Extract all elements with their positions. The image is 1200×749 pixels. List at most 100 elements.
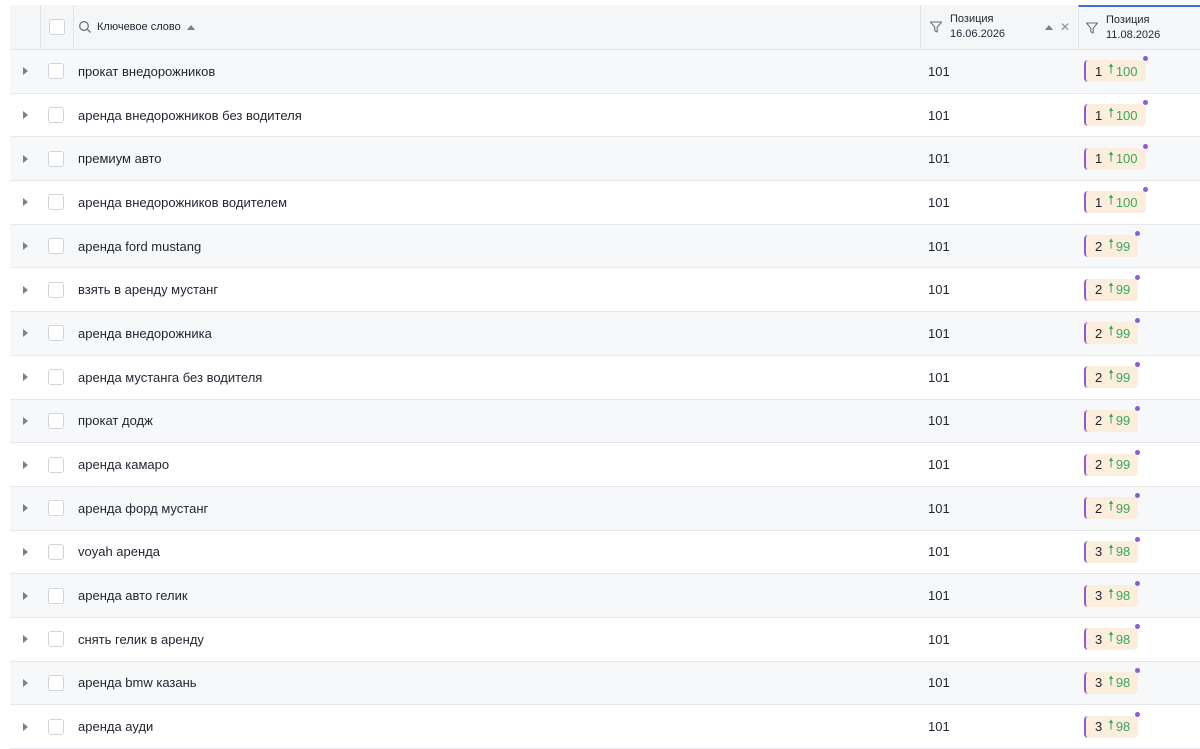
- sort-ascending-icon[interactable]: [186, 24, 195, 30]
- position-value: 101: [928, 369, 950, 385]
- table-row[interactable]: премиум авто 101 1 🠕 100: [10, 137, 1200, 182]
- filter-icon[interactable]: [1085, 21, 1099, 35]
- header-expand-cell: [10, 5, 40, 49]
- expand-cell[interactable]: [10, 618, 40, 661]
- row-checkbox[interactable]: [48, 281, 64, 298]
- row-checkbox[interactable]: [48, 63, 64, 80]
- keyword-text: аренда форд мустанг: [78, 500, 209, 516]
- position-cell-2: 1 🠕 100: [1078, 181, 1200, 224]
- expand-cell[interactable]: [10, 400, 40, 443]
- expand-arrow-icon[interactable]: [22, 67, 28, 76]
- table-row[interactable]: аренда внедорожников водителем 101 1 🠕 1…: [10, 181, 1200, 225]
- row-checkbox[interactable]: [48, 718, 64, 735]
- row-checkbox[interactable]: [48, 631, 64, 648]
- position-badge: 2 🠕 99: [1084, 274, 1141, 301]
- expand-arrow-icon[interactable]: [22, 198, 28, 207]
- table-row[interactable]: аренда внедорожников без водителя 101 1 …: [10, 93, 1200, 138]
- row-checkbox[interactable]: [48, 543, 64, 560]
- search-icon[interactable]: [78, 20, 92, 34]
- position-value: 101: [928, 500, 950, 516]
- table-row[interactable]: аренда bmw казань 101 3 🠕 98: [10, 661, 1200, 706]
- expand-arrow-icon[interactable]: [22, 285, 28, 294]
- position-column-header-2[interactable]: Позиция 11.08.2026: [1078, 5, 1200, 49]
- position-label-2: Позиция: [1106, 14, 1150, 26]
- position-badge: 2 🠕 99: [1084, 362, 1141, 389]
- expand-cell[interactable]: [10, 705, 40, 748]
- change-value: 100: [1115, 107, 1138, 123]
- row-checkbox[interactable]: [48, 238, 64, 255]
- expand-cell[interactable]: [10, 137, 40, 180]
- expand-arrow-icon[interactable]: [22, 678, 28, 687]
- row-checkbox[interactable]: [48, 107, 64, 124]
- expand-arrow-icon[interactable]: [22, 591, 28, 600]
- sort-ascending-icon[interactable]: [1044, 24, 1053, 30]
- position-cell-1: 101: [920, 268, 1078, 311]
- expand-cell[interactable]: [10, 94, 40, 137]
- expand-cell[interactable]: [10, 225, 40, 268]
- expand-cell[interactable]: [10, 531, 40, 574]
- expand-cell[interactable]: [10, 268, 40, 311]
- expand-cell[interactable]: [10, 50, 40, 93]
- expand-cell[interactable]: [10, 574, 40, 617]
- position-value: 1: [1095, 63, 1103, 79]
- position-cell-1: 101: [920, 574, 1078, 617]
- table-row[interactable]: аренда мустанга без водителя 101 2 🠕 99: [10, 355, 1200, 400]
- select-all-checkbox[interactable]: [49, 19, 65, 35]
- expand-cell[interactable]: [10, 356, 40, 399]
- position-value: 101: [928, 63, 950, 79]
- table-row[interactable]: аренда внедорожника 101 2 🠕 99: [10, 312, 1200, 356]
- expand-cell[interactable]: [10, 443, 40, 486]
- row-checkbox[interactable]: [48, 194, 64, 211]
- position-value: 2: [1095, 413, 1103, 429]
- checkbox-cell: [40, 400, 72, 443]
- position-value: 101: [928, 107, 950, 123]
- table-row[interactable]: аренда форд мустанг 101 2 🠕 99: [10, 486, 1200, 531]
- table-row[interactable]: прокат додж 101 2 🠕 99: [10, 399, 1200, 444]
- expand-arrow-icon[interactable]: [22, 242, 28, 251]
- table-row[interactable]: снять гелик в аренду 101 3 🠕 98: [10, 617, 1200, 662]
- position-value: 101: [928, 238, 950, 254]
- row-checkbox[interactable]: [48, 587, 64, 604]
- row-checkbox[interactable]: [48, 150, 64, 167]
- expand-arrow-icon[interactable]: [22, 373, 28, 382]
- table-row[interactable]: аренда ford mustang 101 2 🠕 99: [10, 224, 1200, 269]
- keyword-column-header[interactable]: Ключевое слово: [72, 5, 920, 49]
- table-row[interactable]: взять в аренду мустанг 101 2 🠕 99: [10, 268, 1200, 313]
- position-value: 101: [928, 151, 950, 167]
- expand-cell[interactable]: [10, 662, 40, 705]
- position-column-header-1[interactable]: Позиция 16.06.2026 ✕: [920, 5, 1078, 49]
- row-checkbox[interactable]: [48, 456, 64, 473]
- arrow-up-icon: 🠕: [1108, 716, 1114, 732]
- arrow-up-icon: 🠕: [1108, 454, 1114, 470]
- expand-arrow-icon[interactable]: [22, 329, 28, 338]
- expand-cell[interactable]: [10, 181, 40, 224]
- filter-icon[interactable]: [929, 20, 943, 34]
- indicator-dot: [1135, 274, 1141, 280]
- table-row[interactable]: аренда камаро 101 2 🠕 99: [10, 443, 1200, 487]
- table-row[interactable]: voyah аренда 101 3 🠕 98: [10, 530, 1200, 575]
- expand-arrow-icon[interactable]: [22, 416, 28, 425]
- arrow-up-icon: 🠕: [1108, 279, 1114, 295]
- row-checkbox[interactable]: [48, 412, 64, 429]
- close-icon[interactable]: ✕: [1060, 21, 1070, 33]
- row-checkbox[interactable]: [48, 325, 64, 342]
- expand-arrow-icon[interactable]: [22, 722, 28, 731]
- table-row[interactable]: аренда ауди 101 3 🠕 98: [10, 705, 1200, 749]
- row-checkbox[interactable]: [48, 674, 64, 691]
- expand-cell[interactable]: [10, 487, 40, 530]
- keyword-text: аренда внедорожников без водителя: [78, 107, 302, 123]
- expand-arrow-icon[interactable]: [22, 154, 28, 163]
- expand-cell[interactable]: [10, 312, 40, 355]
- expand-arrow-icon[interactable]: [22, 635, 28, 644]
- table-row[interactable]: аренда авто гелик 101 3 🠕 98: [10, 574, 1200, 618]
- expand-arrow-icon[interactable]: [22, 111, 28, 120]
- table-row[interactable]: прокат внедорожников 101 1 🠕 100: [10, 50, 1200, 94]
- row-checkbox[interactable]: [48, 500, 64, 517]
- position-value: 101: [928, 413, 950, 429]
- position-cell-2: 3 🠕 98: [1078, 618, 1200, 661]
- expand-arrow-icon[interactable]: [22, 504, 28, 513]
- row-checkbox[interactable]: [48, 369, 64, 386]
- expand-arrow-icon[interactable]: [22, 547, 28, 556]
- expand-arrow-icon[interactable]: [22, 460, 28, 469]
- arrow-up-icon: 🠕: [1108, 585, 1114, 601]
